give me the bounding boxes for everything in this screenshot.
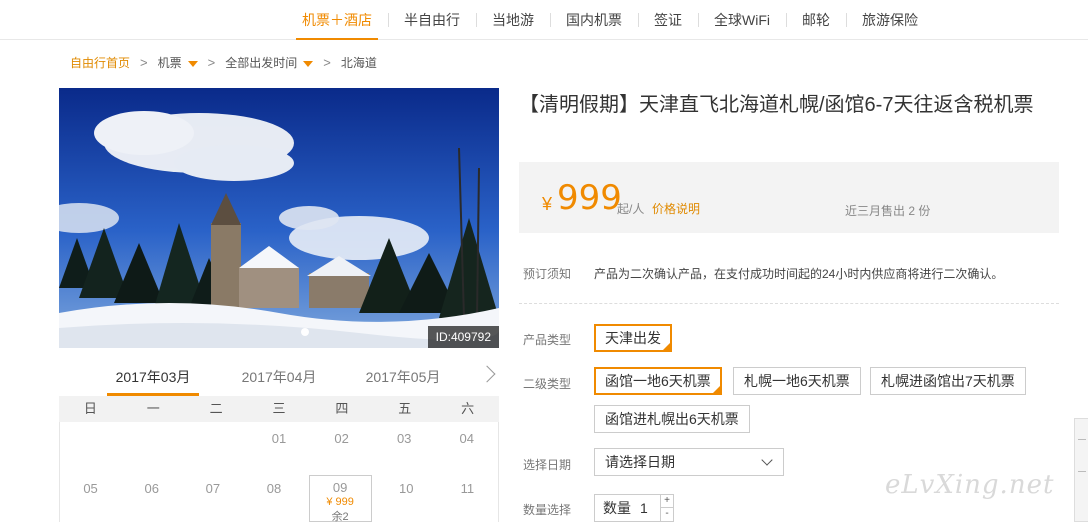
price-explain-link[interactable]: 价格说明 <box>652 200 700 217</box>
breadcrumb-departure-time-label: 全部出发时间 <box>225 56 298 70</box>
nav-item-cruise[interactable]: 邮轮 <box>786 0 846 40</box>
breadcrumb: 自由行首页 > 机票 > 全部出发时间 > 北海道 <box>70 54 377 71</box>
breadcrumb-flights[interactable]: 机票 <box>158 54 198 71</box>
calendar-day: 05 <box>83 481 98 496</box>
calendar-day-available[interactable]: 09 ¥ 999 余2 <box>308 475 372 522</box>
calendar-day: 10 <box>399 481 414 496</box>
carousel-dot[interactable] <box>301 328 309 336</box>
calendar-grid: 01 02 03 04 05 06 07 08 09 ¥ 999 余2 10 1… <box>59 422 499 522</box>
product-type-option-label: 天津出发 <box>605 330 661 346</box>
calendar-day-price: ¥ 999 <box>326 496 354 508</box>
calendar-day <box>60 422 123 472</box>
calendar-day: 08 <box>266 481 282 496</box>
divider <box>519 303 1059 304</box>
check-icon: ✓ <box>664 342 670 349</box>
product-type-option[interactable]: 天津出发 ✓ <box>594 324 672 352</box>
nav-item-semi-independent[interactable]: 半自由行 <box>388 0 476 40</box>
nav-item-domestic-flights[interactable]: 国内机票 <box>550 0 638 40</box>
sub-type-label: 二级类型 <box>523 377 572 391</box>
tab-month-2017-03[interactable]: 2017年03月 <box>107 360 199 396</box>
tab-month-2017-04[interactable]: 2017年04月 <box>233 360 325 396</box>
top-nav-items: 机票＋酒店 半自由行 当地游 国内机票 签证 全球WiFi 邮轮 旅游保险 <box>286 0 934 40</box>
calendar-weekday-header: 日 一 二 三 四 五 六 <box>59 396 499 422</box>
calendar-day-number: 09 <box>332 480 348 495</box>
booking-notice-label: 预订须知 <box>523 267 572 281</box>
calendar-day-remaining: 余2 <box>331 511 349 522</box>
watermark: eLvXing.net <box>885 470 1055 500</box>
breadcrumb-separator: > <box>323 55 331 70</box>
sold-count: 近三月售出 2 份 <box>845 204 931 218</box>
price-unit: 起/人 <box>617 202 645 216</box>
breadcrumb-separator: > <box>140 55 148 70</box>
chevron-down-icon <box>761 454 773 466</box>
weekday-label: 日 <box>83 401 97 416</box>
check-icon: ✓ <box>713 385 720 392</box>
carousel-dots <box>301 328 309 336</box>
booking-notice-text: 产品为二次确认产品，在支付成功时间起的24小时内供应商将进行二次确认。 <box>594 267 1004 281</box>
calendar-week-row: 05 06 07 08 09 ¥ 999 余2 10 11 <box>60 472 498 522</box>
breadcrumb-departure-time[interactable]: 全部出发时间 <box>225 54 314 71</box>
quantity-value: 1 <box>640 500 648 516</box>
sub-type-option[interactable]: 函馆一地6天机票 ✓ <box>594 367 722 395</box>
calendar-day: 04 <box>459 431 474 446</box>
snowy-church-image <box>59 88 499 348</box>
sub-type-option[interactable]: 函馆进札幌出6天机票 <box>594 405 750 433</box>
weekday-label: 四 <box>335 401 349 416</box>
side-float-tab[interactable] <box>1074 418 1088 522</box>
price-box: ¥ 999 起/人 价格说明 近三月售出 2 份 <box>519 162 1059 233</box>
calendar-day <box>185 422 248 472</box>
nav-item-local-tours[interactable]: 当地游 <box>476 0 550 40</box>
quantity-stepper[interactable]: 数量 1 + - <box>594 494 674 522</box>
sub-type-option[interactable]: 札幌一地6天机票 <box>733 367 861 395</box>
date-select-placeholder: 请选择日期 <box>605 454 675 470</box>
weekday-label: 二 <box>209 401 223 416</box>
increment-button[interactable]: + <box>660 495 673 508</box>
date-select[interactable]: 请选择日期 <box>594 448 784 476</box>
tab-month-2017-05[interactable]: 2017年05月 <box>357 360 449 396</box>
side-tab-line <box>1078 471 1086 472</box>
calendar-week-row: 01 02 03 04 <box>60 422 498 472</box>
price-amount: 999 <box>557 178 622 218</box>
weekday-label: 三 <box>272 401 286 416</box>
sub-type-option-label: 函馆一地6天机票 <box>605 373 711 389</box>
date-label: 选择日期 <box>523 458 572 472</box>
breadcrumb-separator: > <box>207 55 216 70</box>
price-currency: ¥ <box>542 194 553 214</box>
calendar-day: 03 <box>396 431 412 446</box>
breadcrumb-home[interactable]: 自由行首页 <box>70 54 130 71</box>
nav-item-flight-hotel[interactable]: 机票＋酒店 <box>286 0 388 40</box>
calendar-day: 11 <box>460 481 475 496</box>
nav-item-insurance[interactable]: 旅游保险 <box>846 0 934 40</box>
weekday-label: 六 <box>461 401 475 416</box>
breadcrumb-current: 北海道 <box>340 56 377 70</box>
sub-type-option[interactable]: 札幌进函馆出7天机票 <box>870 367 1026 395</box>
product-title: 【清明假期】天津直飞北海道札幌/函馆6-7天往返含税机票 <box>519 94 1034 116</box>
breadcrumb-flights-label: 机票 <box>157 56 182 70</box>
caret-down-icon <box>187 60 198 67</box>
calendar-day: 02 <box>334 431 349 446</box>
chevron-right-icon[interactable] <box>478 365 496 383</box>
weekday-label: 一 <box>146 401 160 416</box>
nav-item-wifi[interactable]: 全球WiFi <box>698 0 786 40</box>
product-type-label: 产品类型 <box>523 333 572 347</box>
side-tab-line <box>1078 439 1086 440</box>
decrement-button[interactable]: - <box>660 508 673 521</box>
calendar-day: 01 <box>271 431 287 446</box>
calendar-day: 07 <box>205 481 221 496</box>
product-photo[interactable]: ID:409792 <box>59 88 499 348</box>
calendar-month-tabs: 2017年03月 2017年04月 2017年05月 <box>59 360 499 396</box>
weekday-label: 五 <box>398 401 412 416</box>
photo-id-badge: ID:409792 <box>427 326 499 348</box>
calendar-day: 06 <box>144 481 159 496</box>
quantity-inner-label: 数量 <box>603 500 631 516</box>
quantity-label: 数量选择 <box>523 503 572 517</box>
nav-item-visa[interactable]: 签证 <box>638 0 698 40</box>
top-nav: 机票＋酒店 半自由行 当地游 国内机票 签证 全球WiFi 邮轮 旅游保险 <box>0 0 1088 40</box>
caret-down-icon <box>303 60 314 67</box>
calendar-day <box>123 422 186 472</box>
